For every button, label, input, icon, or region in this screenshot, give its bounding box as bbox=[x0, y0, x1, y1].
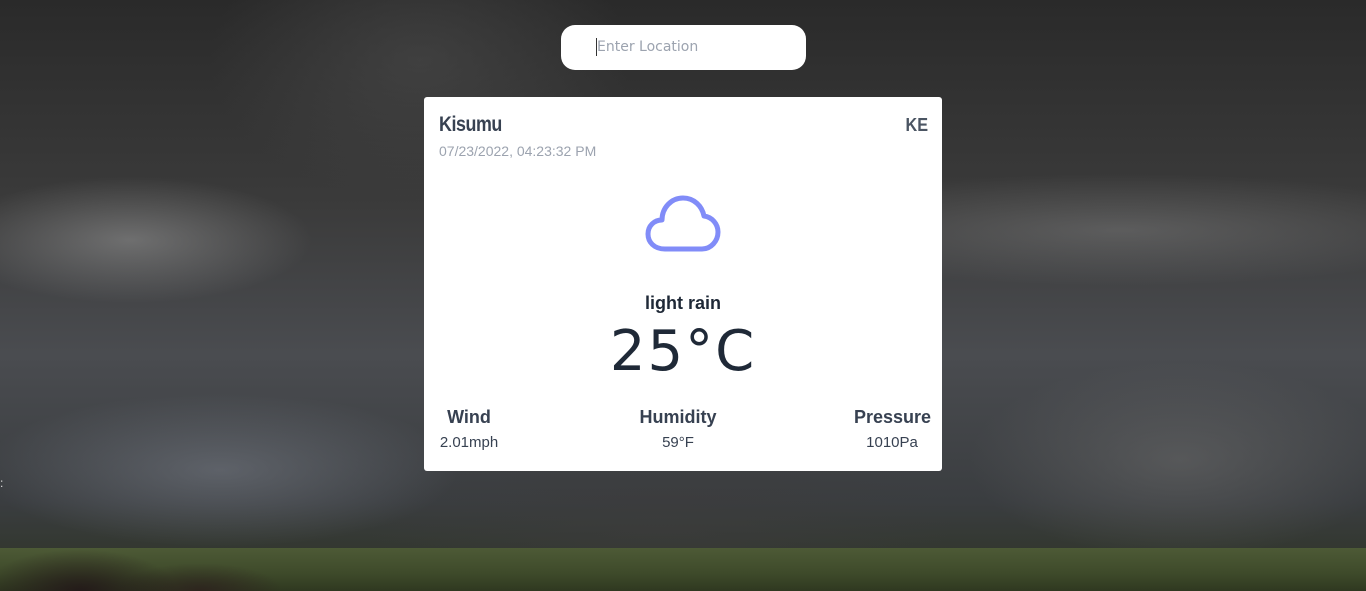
date-time: 07/23/2022, 04:23:32 PM bbox=[439, 143, 597, 159]
wind-stat: Wind 2.01mph bbox=[438, 407, 500, 451]
text-cursor bbox=[596, 38, 597, 56]
pressure-value: 1010Pa bbox=[866, 434, 918, 451]
temperature: 25°C bbox=[609, 319, 757, 384]
weather-card: Kisumu KE 07/23/2022, 04:23:32 PM light … bbox=[424, 97, 942, 471]
humidity-label: Humidity bbox=[639, 407, 717, 427]
weather-description: light rain bbox=[645, 293, 721, 313]
wind-label: Wind bbox=[447, 407, 491, 427]
wind-value: 2.01mph bbox=[439, 434, 499, 451]
humidity-value: 59°F bbox=[662, 434, 694, 451]
country-code: KE bbox=[905, 115, 928, 135]
pressure-stat: Pressure 1010Pa bbox=[854, 407, 932, 451]
search-box[interactable] bbox=[561, 25, 806, 70]
cloud-icon bbox=[645, 193, 721, 257]
location-search-input[interactable] bbox=[597, 35, 787, 59]
humidity-stat: Humidity 59°F bbox=[638, 407, 718, 451]
city-name: Kisumu bbox=[439, 113, 502, 136]
background-grass bbox=[0, 506, 280, 591]
edge-mark: : bbox=[0, 476, 4, 490]
pressure-label: Pressure bbox=[854, 407, 932, 427]
